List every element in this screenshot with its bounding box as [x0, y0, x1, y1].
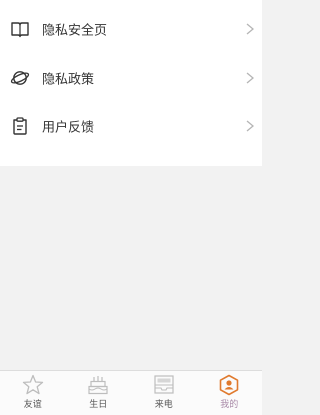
bottom-tab-bar: 友谊 生日 来电 我的: [0, 370, 262, 415]
profile-hexagon-icon: [219, 374, 239, 396]
inbox-icon: [154, 375, 174, 394]
tab-label: 来电: [154, 400, 173, 410]
menu-item-label: 隐私安全页: [42, 23, 108, 39]
chevron-right-icon: [246, 23, 254, 35]
tab-label: 我的: [220, 400, 239, 410]
chevron-right-icon: [246, 120, 254, 132]
planet-icon: [10, 71, 30, 85]
menu-item-label: 隐私政策: [42, 72, 95, 88]
open-book-icon: [11, 22, 29, 38]
menu-item-privacy-policy[interactable]: 隐私政策: [0, 54, 262, 102]
tab-friendship[interactable]: 友谊: [0, 371, 66, 415]
tab-label: 生日: [89, 400, 108, 410]
menu-item-user-feedback[interactable]: 用户反馈: [0, 102, 262, 150]
tab-incoming-calls[interactable]: 来电: [131, 371, 197, 415]
tab-birthday[interactable]: 生日: [66, 371, 132, 415]
clipboard-icon: [13, 117, 27, 135]
menu-item-privacy-security[interactable]: 隐私安全页: [0, 5, 262, 53]
tab-label: 友谊: [23, 400, 42, 410]
settings-menu: 隐私安全页 隐私政策 用户反馈: [0, 0, 262, 166]
birthday-cake-icon: [88, 376, 108, 395]
chevron-right-icon: [246, 72, 254, 84]
menu-item-label: 用户反馈: [42, 120, 95, 136]
tab-mine[interactable]: 我的: [197, 371, 263, 415]
star-icon: [22, 374, 43, 395]
